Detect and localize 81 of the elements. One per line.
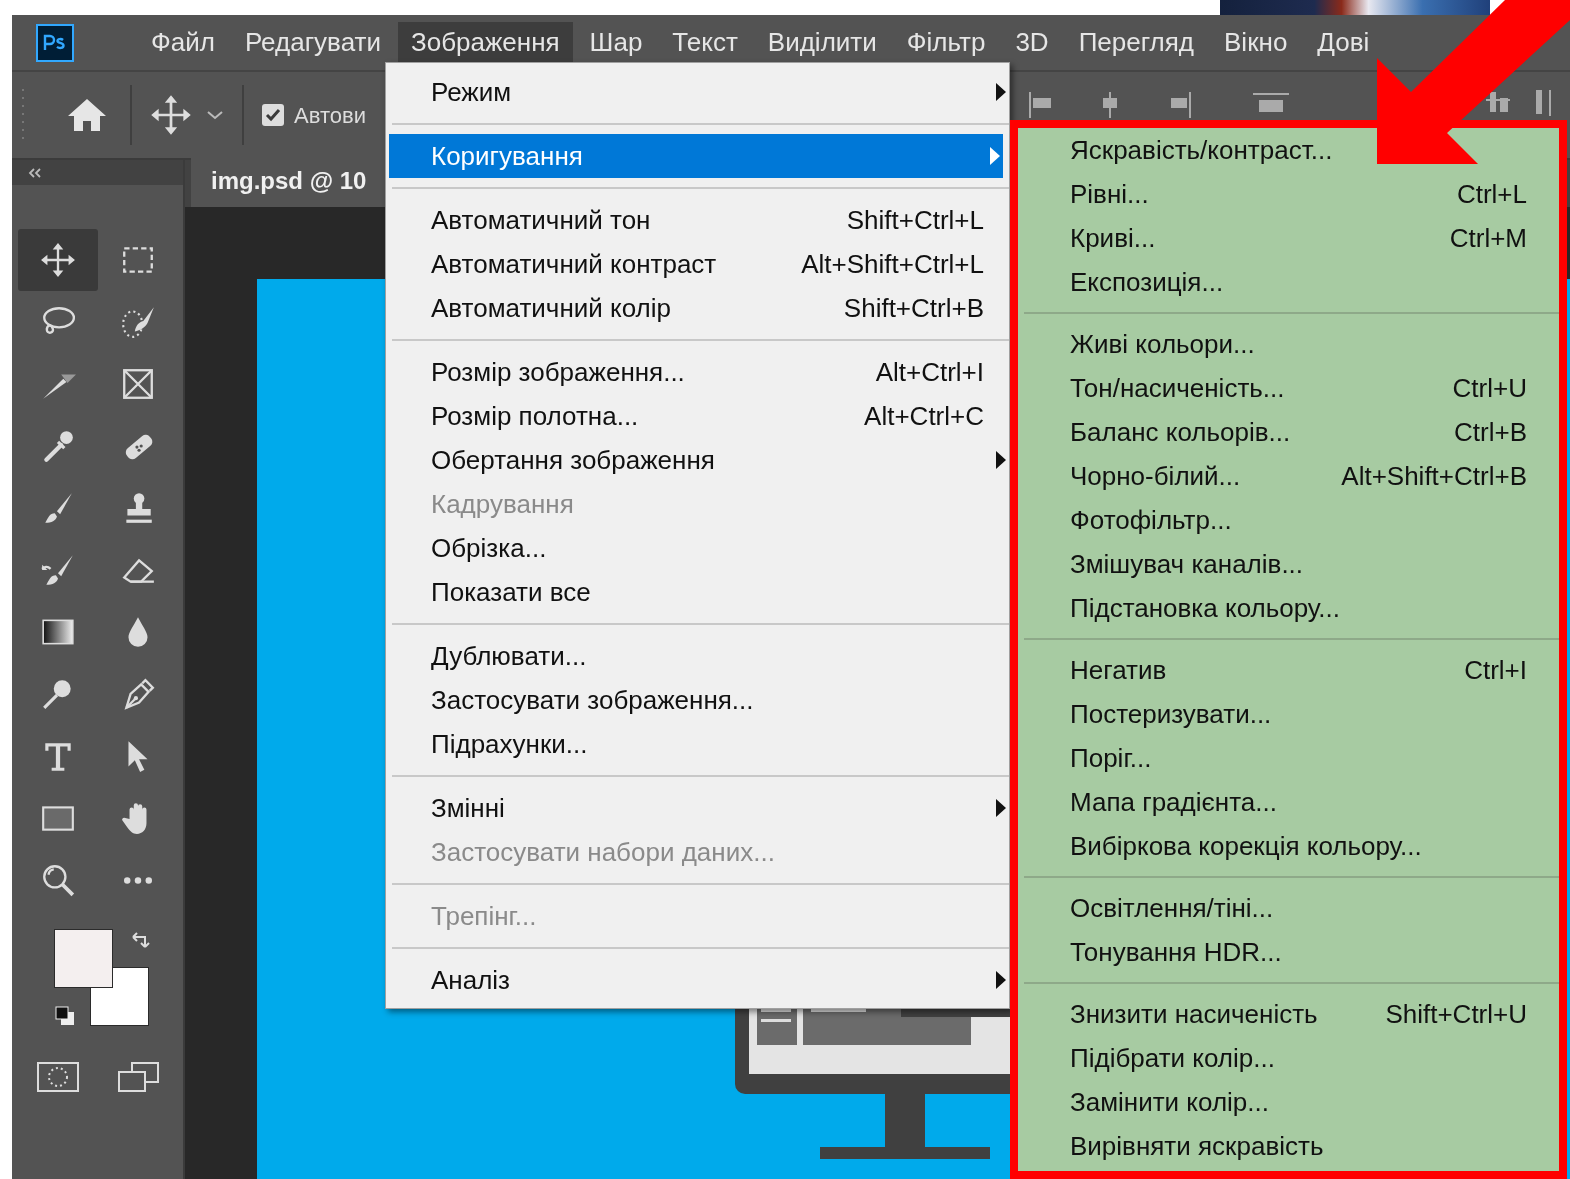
- color-swatches[interactable]: [54, 929, 150, 1027]
- default-colors-icon[interactable]: [54, 1005, 76, 1027]
- menu-item[interactable]: Освітлення/тіні...: [1024, 886, 1559, 930]
- menu-item[interactable]: Дублювати...: [389, 634, 1009, 678]
- menu-item[interactable]: Розмір зображення... Alt+Ctrl+I: [389, 350, 1009, 394]
- menu-item[interactable]: Показати все: [389, 570, 1009, 614]
- menu-item[interactable]: Живі кольори...: [1024, 322, 1559, 366]
- menu-item[interactable]: Рівні... Ctrl+L: [1024, 172, 1559, 216]
- menu-item[interactable]: Мапа градієнта...: [1024, 780, 1559, 824]
- menu-bar-item[interactable]: Редагувати: [231, 21, 394, 64]
- menu-item[interactable]: Автоматичний колір Shift+Ctrl+B: [389, 286, 1009, 330]
- tool-button[interactable]: [18, 229, 98, 291]
- app-logo-icon: [36, 23, 74, 62]
- menu-item[interactable]: Знизити насиченість Shift+Ctrl+U: [1024, 992, 1559, 1036]
- keyboard-shortcut: Ctrl+L: [1456, 177, 1527, 211]
- menu-item[interactable]: Обертання зображення: [389, 438, 1009, 482]
- menu-bar-item[interactable]: Вікно: [1211, 21, 1301, 64]
- checkbox-label: Автови: [294, 101, 366, 130]
- menu-item[interactable]: Підстановка кольору...: [1024, 586, 1559, 630]
- menu-item[interactable]: Вирівняти яскравість: [1024, 1124, 1559, 1168]
- keyboard-shortcut: Shift+Ctrl+L: [846, 203, 984, 237]
- submenu-arrow-icon: [989, 146, 1001, 166]
- menu-bar-item[interactable]: Дові: [1304, 21, 1383, 64]
- menu-item[interactable]: Постеризувати...: [1024, 692, 1559, 736]
- menu-bar-item[interactable]: Виділити: [754, 21, 890, 64]
- menu-item[interactable]: Яскравість/контраст...: [1024, 128, 1559, 172]
- menu-item[interactable]: Аналіз: [389, 958, 1009, 1002]
- more-icon: [124, 876, 152, 884]
- keyboard-shortcut: Shift+Ctrl+U: [1385, 997, 1527, 1031]
- submenu-arrow-icon: [995, 970, 1007, 990]
- menu-item[interactable]: Режим: [389, 70, 1009, 114]
- menu-item[interactable]: Змінні: [389, 786, 1009, 830]
- home-icon[interactable]: [66, 96, 108, 134]
- keyboard-shortcut: Ctrl+B: [1454, 415, 1527, 449]
- submenu-arrow-icon: [995, 798, 1007, 818]
- frame-icon: [120, 366, 156, 402]
- keyboard-shortcut: Alt+Ctrl+C: [864, 399, 984, 433]
- menu-item[interactable]: Чорно-білий... Alt+Shift+Ctrl+B: [1024, 454, 1559, 498]
- keyboard-shortcut: Ctrl+M: [1449, 221, 1527, 255]
- menu-item[interactable]: Змішувач каналів...: [1024, 542, 1559, 586]
- menu-bar-item[interactable]: Текст: [659, 21, 751, 64]
- menu-bar-item[interactable]: Перегляд: [1065, 21, 1208, 64]
- submenu-arrow-icon: [995, 82, 1007, 102]
- keyboard-shortcut: Alt+Shift+Ctrl+L: [801, 247, 984, 281]
- menu-item[interactable]: Автоматичний тон Shift+Ctrl+L: [389, 198, 1009, 242]
- menu-item[interactable]: Фотофільтр...: [1024, 498, 1559, 542]
- screen-mode-icon: [116, 1060, 160, 1094]
- four-way-arrow-icon[interactable]: [150, 94, 192, 136]
- menu-item[interactable]: Розмір полотна... Alt+Ctrl+C: [389, 394, 1009, 438]
- menu-bar-item[interactable]: 3D: [1002, 21, 1062, 64]
- menu-item[interactable]: Коригування: [389, 134, 1003, 178]
- menu-item[interactable]: Замінити колір...: [1024, 1080, 1559, 1124]
- keyboard-shortcut: Alt+Shift+Ctrl+B: [1341, 459, 1527, 493]
- keyboard-shortcut: Ctrl+I: [1464, 653, 1527, 687]
- menu-item[interactable]: Підібрати колір...: [1024, 1036, 1559, 1080]
- four-way-arrow-icon: [40, 242, 76, 278]
- menu-bar-item[interactable]: Фільтр: [893, 21, 999, 64]
- zoom-icon: [40, 862, 76, 898]
- menu-item[interactable]: Автоматичний контраст Alt+Shift+Ctrl+L: [389, 242, 1009, 286]
- menu-item[interactable]: Експозиція...: [1024, 260, 1559, 304]
- menu-item[interactable]: Поріг...: [1024, 736, 1559, 780]
- menu-bar-item[interactable]: Файл: [138, 21, 228, 64]
- checkbox[interactable]: [262, 104, 284, 126]
- quick-mask-icon: [36, 1060, 80, 1094]
- menu-item[interactable]: Тонування HDR...: [1024, 930, 1559, 974]
- keyboard-shortcut: Alt+Ctrl+I: [875, 355, 984, 389]
- menu-item[interactable]: Тон/насиченість... Ctrl+U: [1024, 366, 1559, 410]
- menu-bar-item[interactable]: Зображення: [397, 21, 573, 64]
- menu-item[interactable]: Вибіркова корекція кольору...: [1024, 824, 1559, 868]
- menu-item[interactable]: Баланс кольорів... Ctrl+B: [1024, 410, 1559, 454]
- menu-item[interactable]: Негатив Ctrl+I: [1024, 648, 1559, 692]
- keyboard-shortcut: Ctrl+U: [1452, 371, 1527, 405]
- submenu-arrow-icon: [995, 450, 1007, 470]
- menu-item[interactable]: Криві... Ctrl+M: [1024, 216, 1559, 260]
- chevron-down-icon[interactable]: [206, 109, 224, 121]
- collapse-icon[interactable]: [28, 167, 42, 178]
- menu-item[interactable]: Застосувати зображення...: [389, 678, 1009, 722]
- menu-bar-item[interactable]: Шар: [576, 21, 656, 64]
- keyboard-shortcut: Shift+Ctrl+B: [843, 291, 984, 325]
- menu-item[interactable]: Обрізка...: [389, 526, 1009, 570]
- menu-item[interactable]: Підрахунки...: [389, 722, 1009, 766]
